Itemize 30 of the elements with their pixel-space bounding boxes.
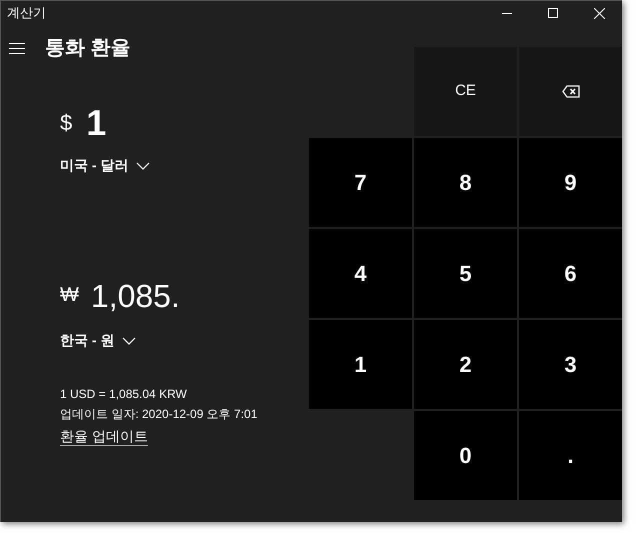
page-title: 통화 환율 (45, 36, 131, 61)
clear-entry-key[interactable]: CE (414, 47, 517, 136)
digit-key[interactable]: 8 (414, 138, 517, 227)
currency-symbol: ₩ (60, 283, 79, 308)
amount-input[interactable]: 1 (86, 105, 106, 141)
digit-key[interactable]: 3 (519, 320, 622, 409)
digit-key[interactable]: 9 (519, 138, 622, 227)
converted-amount[interactable]: 1,085. (90, 280, 180, 312)
currency-symbol: $ (60, 109, 72, 137)
chevron-down-icon (122, 336, 136, 344)
digit-key[interactable]: . (519, 411, 622, 500)
chevron-down-icon (136, 162, 150, 170)
window-title: 계산기 (6, 4, 46, 22)
maximize-icon (548, 8, 558, 18)
backspace-icon (562, 85, 580, 98)
close-icon (594, 8, 604, 18)
update-time: 업데이트 일자: 2020-12-09 오후 7:01 (60, 406, 258, 423)
digit-key[interactable]: 5 (414, 229, 517, 318)
digit-key[interactable]: 6 (519, 229, 622, 318)
minimize-icon (502, 12, 512, 14)
digit-key[interactable]: 2 (414, 320, 517, 409)
digit-key[interactable]: 7 (309, 138, 412, 227)
currency-dropdown[interactable]: 한국 - 원 (60, 330, 136, 351)
menu-icon (9, 42, 25, 54)
digit-key[interactable]: 4 (309, 229, 412, 318)
digit-key[interactable]: 0 (414, 411, 517, 500)
exchange-rate: 1 USD = 1,085.04 KRW (60, 386, 188, 403)
update-rates-link[interactable]: 환율 업데이트 (60, 426, 148, 447)
currency-dropdown[interactable]: 미국 - 달러 (60, 155, 150, 176)
digit-key[interactable]: 1 (309, 320, 412, 409)
